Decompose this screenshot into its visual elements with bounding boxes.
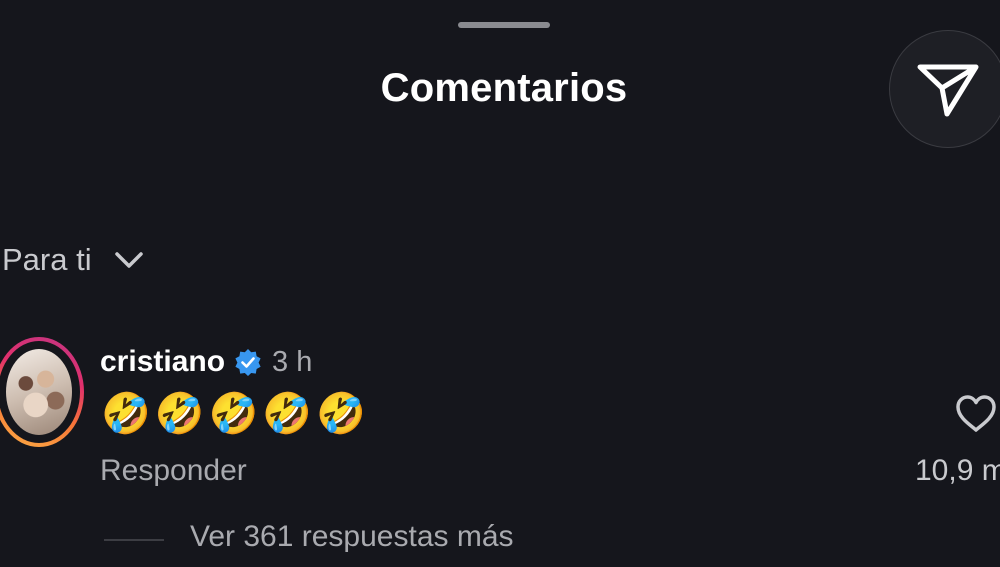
avatar[interactable] xyxy=(0,337,84,447)
page-title: Comentarios xyxy=(380,66,628,110)
replies-divider xyxy=(104,539,164,541)
chevron-down-icon xyxy=(114,252,143,268)
sort-label: Para ti xyxy=(2,242,92,277)
avatar-image xyxy=(6,349,72,435)
paper-plane-icon xyxy=(917,64,979,117)
comment-timestamp: 3 h xyxy=(272,345,313,378)
share-button[interactable] xyxy=(889,30,1000,148)
drag-handle[interactable] xyxy=(458,22,550,28)
view-replies-button[interactable]: Ver 361 respuestas más xyxy=(190,520,514,554)
verified-badge-icon xyxy=(234,348,262,376)
reply-button[interactable]: Responder xyxy=(100,454,247,488)
comment-username[interactable]: cristiano xyxy=(100,345,225,379)
like-count: 10,9 m xyxy=(915,454,1000,487)
heart-icon[interactable] xyxy=(954,393,998,433)
comment-text: 🤣🤣🤣🤣🤣 xyxy=(101,392,371,436)
comment-header: cristiano 3 h xyxy=(100,343,312,381)
comment-sort-dropdown[interactable]: Para ti xyxy=(2,238,144,282)
